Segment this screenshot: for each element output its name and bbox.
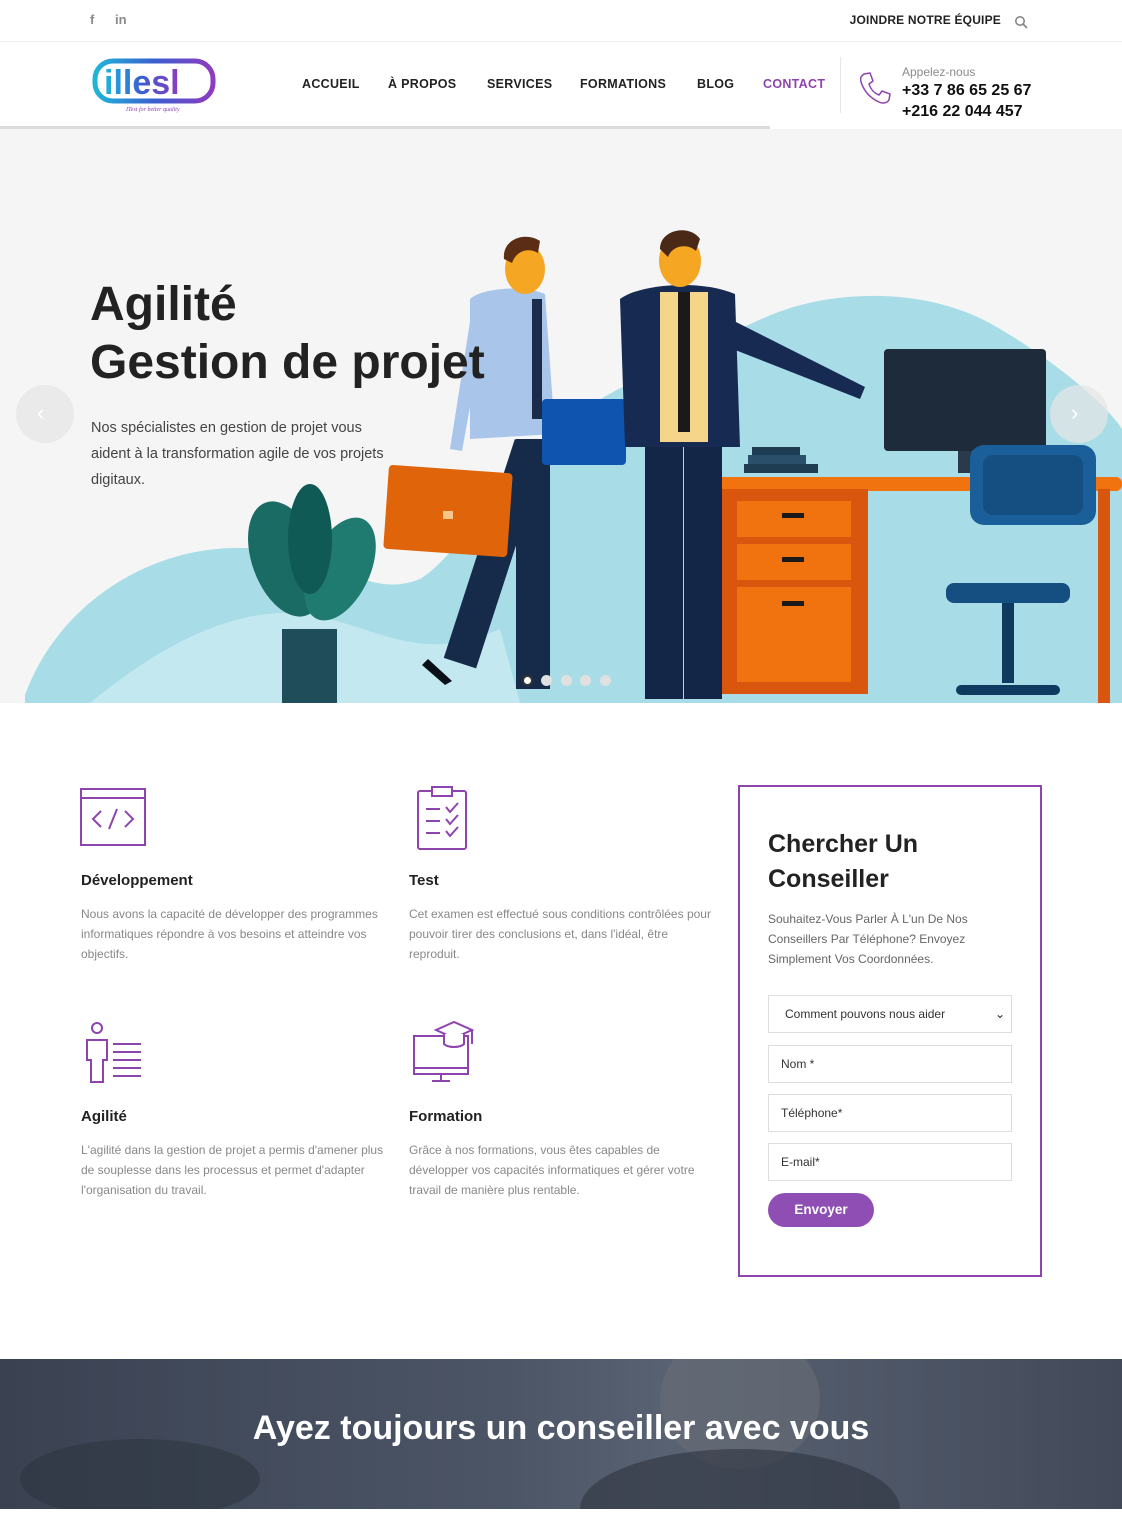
slider-dot[interactable] [599, 675, 611, 686]
nav-accueil[interactable]: ACCUEIL [302, 77, 360, 91]
nav-contact[interactable]: CONTACT [763, 77, 825, 91]
code-icon [80, 788, 146, 846]
slider-prev-button[interactable]: ‹ [16, 385, 74, 443]
header-divider [840, 57, 841, 113]
slider-dot[interactable] [522, 675, 533, 686]
slider-dot[interactable] [541, 675, 553, 686]
chevron-left-icon: ‹ [37, 400, 45, 425]
phone-icon [859, 72, 891, 104]
agile-person-icon [86, 1022, 141, 1083]
nav-services[interactable]: SERVICES [487, 77, 552, 91]
slider-dots [522, 673, 615, 691]
slider-next-button[interactable]: › [1050, 385, 1108, 443]
help-select-value: Comment pouvons nous aider [785, 1007, 946, 1021]
chevron-right-icon: › [1071, 400, 1079, 425]
linkedin-icon[interactable]: in [115, 12, 127, 27]
hero-title-line1: Agilité [90, 278, 237, 331]
service-title: Test [409, 872, 439, 889]
banner-title: Ayez toujours un conseiller avec vous [252, 1409, 870, 1447]
facebook-icon[interactable]: f [90, 12, 94, 27]
form-title: Chercher Un Conseiller [768, 830, 919, 893]
slider-dot[interactable] [580, 675, 592, 686]
clipboard-check-icon [417, 786, 467, 850]
service-title: Agilité [81, 1108, 127, 1125]
nav-formations[interactable]: FORMATIONS [580, 77, 666, 91]
email-field[interactable]: E-mail* [768, 1143, 1012, 1181]
call-label: Appelez-nous [902, 65, 976, 79]
training-computer-icon [413, 1020, 475, 1082]
svg-text:ITest for better quality: ITest for better quality [125, 106, 180, 113]
nav-a-propos[interactable]: À PROPOS [388, 77, 456, 91]
site-logo[interactable]: illesl ITest for better quality [92, 55, 218, 115]
nav-blog[interactable]: BLOG [697, 77, 734, 91]
top-bar: f in JOINDRE NOTRE ÉQUIPE [0, 0, 1122, 42]
service-description: L'agilité dans la gestion de projet a pe… [81, 1143, 384, 1197]
chevron-down-icon: ⌄ [994, 1007, 1005, 1021]
phone-number-tn[interactable]: +216 22 044 457 [902, 103, 1023, 121]
form-description: Souhaitez-Vous Parler À L'un De Nos Cons… [768, 912, 968, 966]
search-icon[interactable] [1014, 15, 1028, 29]
submit-button[interactable]: Envoyer [768, 1193, 874, 1227]
hero-slider: Agilité Gestion de projet Nos spécialist… [0, 129, 1122, 703]
service-title: Développement [81, 872, 193, 889]
help-select[interactable]: Comment pouvons nous aider ⌄ [768, 995, 1012, 1033]
name-field[interactable]: Nom * [768, 1045, 1012, 1083]
phone-field[interactable]: Téléphone* [768, 1094, 1012, 1132]
main-header: illesl ITest for better quality ACCUEIL … [0, 43, 1122, 128]
advisor-banner: Ayez toujours un conseiller avec vous [0, 1359, 1122, 1509]
hero-description: Nos spécialistes en gestion de projet vo… [91, 420, 384, 488]
join-team-link[interactable]: JOINDRE NOTRE ÉQUIPE [850, 13, 1001, 27]
service-description: Grâce à nos formations, vous êtes capabl… [409, 1143, 695, 1197]
service-description: Cet examen est effectué sous conditions … [409, 907, 711, 961]
service-title: Formation [409, 1108, 483, 1125]
phone-number-fr[interactable]: +33 7 86 65 25 67 [902, 82, 1031, 100]
slider-dot[interactable] [560, 675, 572, 686]
advisor-form: Chercher Un Conseiller Souhaitez-Vous Pa… [738, 785, 1042, 1277]
service-description: Nous avons la capacité de développer des… [81, 907, 378, 961]
svg-text:illesl: illesl [104, 64, 180, 102]
hero-title-line2: Gestion de projet [90, 336, 485, 389]
